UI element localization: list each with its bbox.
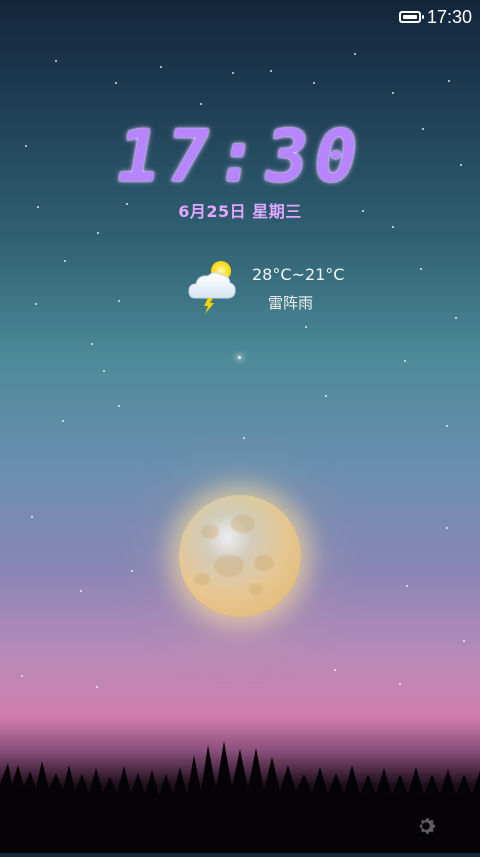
status-time: 17:30 [426, 6, 472, 27]
thunderstorm-sun-icon [183, 258, 239, 314]
battery-icon [398, 11, 424, 23]
weather-condition: 雷阵雨 [268, 294, 314, 312]
lockscreen-date: 6月25日 星期三 [178, 202, 302, 221]
status-bar: 17:30 [398, 0, 480, 34]
moon [179, 495, 301, 617]
weather-temperature: 28°C~21°C [252, 265, 345, 284]
lockscreen-clock: 17:30 [109, 114, 371, 198]
gear-icon[interactable] [414, 814, 438, 838]
grass-silhouette [0, 653, 480, 853]
